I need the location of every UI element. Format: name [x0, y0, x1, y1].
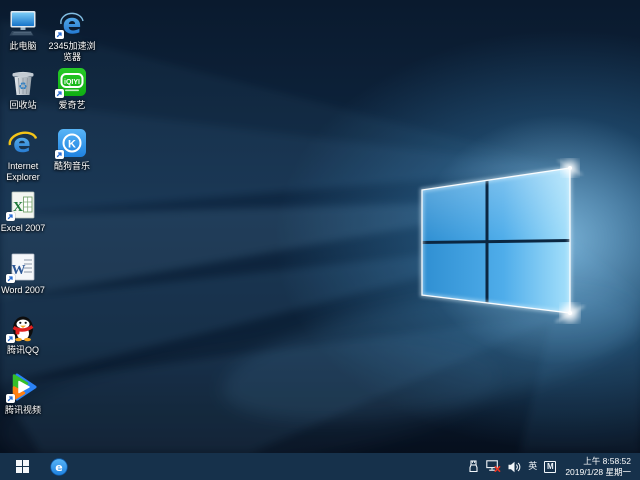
desktop-icon-label: Excel 2007: [1, 223, 46, 234]
excel-icon: X: [8, 190, 38, 220]
taskbar-empty-area[interactable]: [74, 453, 468, 480]
start-button[interactable]: [0, 453, 44, 480]
iqiyi-icon: iQIYI: [57, 67, 87, 97]
qq-penguin-icon: [8, 312, 38, 342]
shortcut-arrow-icon: [55, 30, 64, 39]
network-disconnected-icon[interactable]: [486, 453, 501, 480]
svg-text:K: K: [68, 138, 76, 150]
shortcut-arrow-icon: [6, 334, 15, 343]
desktop-icon-tencent-video[interactable]: 腾讯视频: [0, 372, 55, 416]
ime-mode-indicator[interactable]: M: [544, 453, 556, 480]
desktop-icon-label: 酷狗音乐: [54, 161, 90, 172]
recycle-bin-icon: ♻: [8, 67, 38, 97]
shortcut-arrow-icon: [55, 150, 64, 159]
desktop-icon-kugou-music[interactable]: K 酷狗音乐: [40, 128, 104, 172]
volume-icon[interactable]: [508, 453, 521, 480]
shortcut-arrow-icon: [6, 394, 15, 403]
desktop-icon-label: 回收站: [9, 100, 36, 111]
desktop-icon-2345-browser[interactable]: e 2345加速浏览器: [40, 8, 104, 62]
shortcut-arrow-icon: [6, 212, 15, 221]
taskbar: e: [0, 453, 640, 480]
taskbar-clock[interactable]: 上午 8:58:52 2019/1/28 星期一: [563, 456, 635, 477]
desktop-icon-label: 爱奇艺: [58, 100, 85, 111]
svg-text:♻: ♻: [19, 82, 28, 93]
desktop-icon-label: 腾讯视频: [5, 405, 41, 416]
desktop-icon-label: 2345加速浏览器: [46, 41, 98, 62]
word-icon: W: [8, 252, 38, 282]
svg-text:e: e: [55, 461, 62, 474]
desktop-icon-excel-2007[interactable]: X Excel 2007: [0, 190, 55, 234]
ime-m-icon: M: [544, 461, 556, 473]
desktop-icon-tencent-qq[interactable]: 腾讯QQ: [0, 312, 55, 356]
internet-explorer-icon: e: [8, 128, 38, 158]
svg-text:e: e: [63, 8, 82, 38]
usb-safely-remove-icon[interactable]: [468, 453, 479, 480]
this-pc-icon: [8, 8, 38, 38]
tencent-video-icon: [8, 372, 38, 402]
desktop-surface[interactable]: 此电脑 e 2345加速浏览器 ♻ 回收站: [0, 0, 640, 453]
svg-text:iQIYI: iQIYI: [64, 79, 80, 86]
windows-start-icon: [16, 460, 29, 473]
desktop-icon-label: 此电脑: [9, 41, 36, 52]
clock-date: 2019/1/28 星期一: [565, 467, 631, 478]
browser-e-icon: e: [50, 458, 68, 476]
system-tray: 英 M 上午 8:58:52 2019/1/28 星期一: [468, 453, 640, 480]
taskbar-2345-browser-button[interactable]: e: [44, 453, 74, 480]
desktop-icon-word-2007[interactable]: W Word 2007: [0, 252, 55, 296]
desktop-icon-iqiyi[interactable]: iQIYI 爱奇艺: [40, 67, 104, 111]
kugou-music-icon: K: [57, 128, 87, 158]
language-indicator[interactable]: 英: [528, 453, 537, 480]
2345-browser-icon: e: [57, 8, 87, 38]
shortcut-arrow-icon: [6, 274, 15, 283]
desktop-icon-label: 腾讯QQ: [7, 345, 39, 356]
clock-time: 上午 8:58:52: [565, 456, 631, 467]
shortcut-arrow-icon: [55, 89, 64, 98]
desktop-icon-label: Word 2007: [1, 285, 45, 296]
